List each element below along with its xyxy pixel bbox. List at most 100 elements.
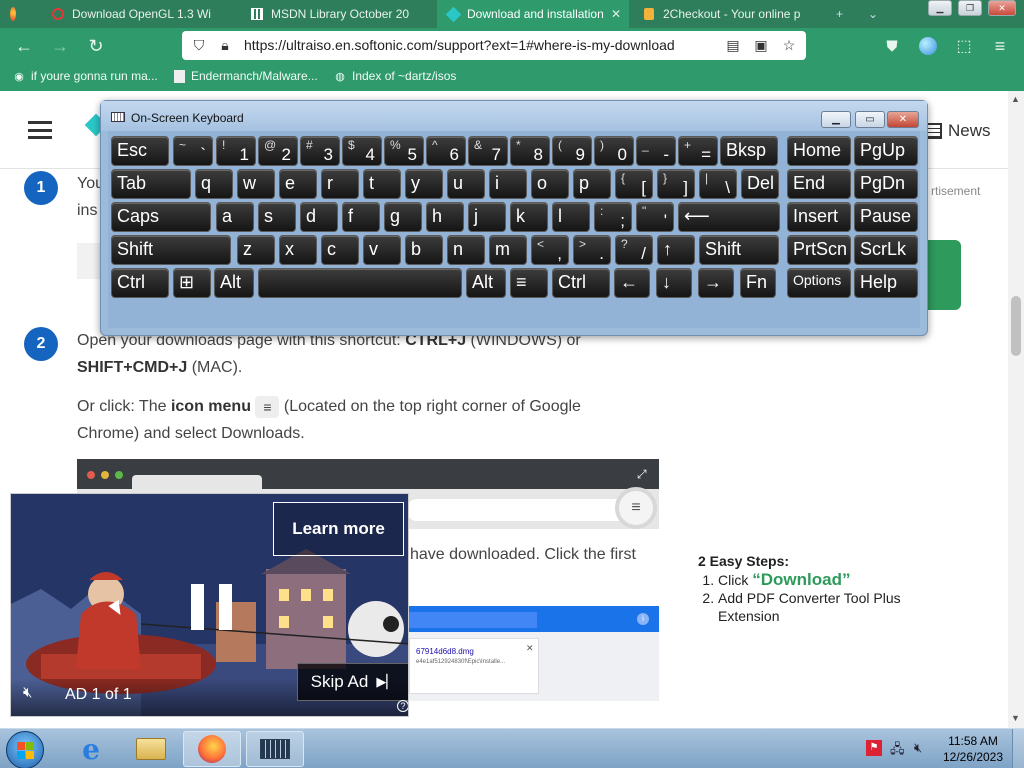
pause-icon[interactable] bbox=[191, 584, 233, 630]
osk-key[interactable]: Options bbox=[787, 268, 851, 298]
restore-window-button[interactable]: ❐ bbox=[958, 0, 982, 16]
osk-key[interactable]: Help bbox=[854, 268, 918, 298]
osk-key[interactable]: <, bbox=[531, 235, 569, 265]
osk-key[interactable]: ^ 6 bbox=[426, 136, 466, 166]
osk-key[interactable]: t bbox=[363, 169, 401, 199]
osk-key[interactable]: ScrLk bbox=[854, 235, 918, 265]
reader-view-icon[interactable]: ▤ bbox=[724, 36, 742, 54]
osk-key[interactable]: ← bbox=[614, 268, 650, 298]
osk-key[interactable]: r bbox=[321, 169, 359, 199]
osk-key[interactable]: v bbox=[363, 235, 401, 265]
osk-key[interactable]: h bbox=[426, 202, 464, 232]
osk-key[interactable]: Fn bbox=[740, 268, 776, 298]
osk-key[interactable]: ~ ` bbox=[173, 136, 213, 166]
osk-key[interactable]: ⊞ bbox=[173, 268, 211, 298]
osk-key[interactable]: z bbox=[237, 235, 275, 265]
tab-download-installation[interactable]: Download and installation ✕ bbox=[437, 0, 629, 28]
osk-key[interactable]: PrtScn bbox=[787, 235, 851, 265]
osk-key[interactable]: Alt bbox=[214, 268, 254, 298]
osk-key[interactable]: y bbox=[405, 169, 443, 199]
osk-key[interactable]: ↓ bbox=[656, 268, 692, 298]
action-center-icon[interactable]: ⚑ bbox=[866, 740, 882, 756]
osk-key[interactable]: ? / bbox=[615, 235, 653, 265]
network-icon[interactable]: 🖧︎ bbox=[890, 740, 908, 756]
osk-key[interactable]: $4 bbox=[342, 136, 382, 166]
osk-key[interactable]: x bbox=[279, 235, 317, 265]
osk-key[interactable]: ⟵ bbox=[678, 202, 780, 232]
osk-key[interactable]: e bbox=[279, 169, 317, 199]
screenshot-icon[interactable]: ▣ bbox=[752, 36, 770, 54]
osk-key[interactable]: * 8 bbox=[510, 136, 550, 166]
osk-key[interactable]: PgDn bbox=[854, 169, 918, 199]
osk-key[interactable]: " ' bbox=[636, 202, 674, 232]
mute-icon[interactable]: 🔇︎ bbox=[23, 684, 49, 706]
url-text[interactable]: https://ultraiso.en.softonic.com/support… bbox=[244, 37, 675, 53]
osk-key[interactable]: :; bbox=[594, 202, 632, 232]
tab-2checkout[interactable]: 2Checkout - Your online p bbox=[633, 0, 823, 28]
osk-key[interactable]: q bbox=[195, 169, 233, 199]
address-bar[interactable]: ⛉ 🔒︎ https://ultraiso.en.softonic.com/su… bbox=[182, 31, 806, 60]
download-link[interactable]: “Download” bbox=[752, 570, 850, 589]
osk-key[interactable]: ↑ bbox=[657, 235, 695, 265]
lock-icon[interactable]: 🔒︎ bbox=[216, 36, 234, 54]
osk-key[interactable]: a bbox=[216, 202, 254, 232]
osk-key[interactable]: Del bbox=[741, 169, 779, 199]
osk-key[interactable]: n bbox=[447, 235, 485, 265]
new-tab-icon[interactable]: + bbox=[836, 0, 856, 28]
skip-ad-button[interactable]: Skip Ad ▶▏ bbox=[297, 663, 408, 701]
osk-key[interactable]: d bbox=[300, 202, 338, 232]
osk-key[interactable]: (9 bbox=[552, 136, 592, 166]
osk-key[interactable]: i bbox=[489, 169, 527, 199]
osk-key[interactable]: PgUp bbox=[854, 136, 918, 166]
osk-key[interactable]: >. bbox=[573, 235, 611, 265]
osk-key[interactable]: j bbox=[468, 202, 506, 232]
osk-key[interactable]: ! 1 bbox=[216, 136, 256, 166]
osk-key[interactable]: Ctrl bbox=[552, 268, 610, 298]
osk-key[interactable]: l bbox=[552, 202, 590, 232]
volume-muted-icon[interactable]: 🔇︎ bbox=[914, 740, 932, 756]
osk-title-bar[interactable]: On-Screen Keyboard ▁ ▭ ✕ bbox=[101, 101, 927, 131]
menu-icon[interactable]: ≡ bbox=[988, 34, 1012, 58]
taskbar-firefox[interactable] bbox=[183, 731, 241, 767]
list-tabs-icon[interactable]: ⌄ bbox=[868, 0, 888, 28]
close-tab-icon[interactable]: ✕ bbox=[611, 7, 621, 21]
osk-key-space[interactable] bbox=[258, 268, 462, 298]
account-icon[interactable] bbox=[916, 34, 940, 58]
osk-key[interactable]: }] bbox=[657, 169, 695, 199]
osk-key[interactable]: {[ bbox=[615, 169, 653, 199]
osk-minimize-button[interactable]: ▁ bbox=[821, 111, 851, 128]
osk-key[interactable]: @2 bbox=[258, 136, 298, 166]
osk-key[interactable]: f bbox=[342, 202, 380, 232]
start-button[interactable] bbox=[6, 731, 44, 768]
osk-key[interactable]: Shift bbox=[111, 235, 231, 265]
hamburger-menu-icon[interactable] bbox=[28, 121, 52, 139]
osk-key[interactable]: End bbox=[787, 169, 851, 199]
osk-key[interactable]: m bbox=[489, 235, 527, 265]
close-window-button[interactable]: ✕ bbox=[988, 0, 1016, 16]
osk-key[interactable]: Shift bbox=[699, 235, 779, 265]
bookmark-item[interactable]: ◍ Index of ~dartz/isos bbox=[333, 69, 456, 83]
osk-key[interactable]: Alt bbox=[466, 268, 506, 298]
osk-key[interactable]: ) 0 bbox=[594, 136, 634, 166]
taskbar-file-explorer[interactable] bbox=[122, 731, 180, 767]
osk-key[interactable]: Ctrl bbox=[111, 268, 169, 298]
on-screen-keyboard-window[interactable]: On-Screen Keyboard ▁ ▭ ✕ Esc ~ `! 1 @2 #3 $4% 5… bbox=[100, 100, 928, 336]
scroll-down-icon[interactable]: ▼ bbox=[1011, 713, 1020, 723]
forward-icon[interactable]: → bbox=[48, 34, 72, 58]
news-link[interactable]: News bbox=[926, 121, 991, 141]
osk-key[interactable]: Home bbox=[787, 136, 851, 166]
osk-key[interactable]: _ - bbox=[636, 136, 676, 166]
taskbar-internet-explorer[interactable]: e bbox=[62, 731, 120, 767]
osk-key[interactable]: k bbox=[510, 202, 548, 232]
osk-key[interactable]: s bbox=[258, 202, 296, 232]
learn-more-button[interactable]: Learn more bbox=[273, 502, 404, 556]
bookmark-item[interactable]: Endermanch/Malware... bbox=[172, 69, 318, 83]
osk-key[interactable]: g bbox=[384, 202, 422, 232]
taskbar-on-screen-keyboard[interactable] bbox=[246, 731, 304, 767]
show-desktop-button[interactable] bbox=[1012, 729, 1024, 768]
osk-key[interactable]: u bbox=[447, 169, 485, 199]
page-scrollbar[interactable]: ▲ ▼ bbox=[1008, 91, 1024, 728]
bookmark-item[interactable]: ◉ if youre gonna run ma... bbox=[12, 69, 158, 83]
osk-key[interactable]: b bbox=[405, 235, 443, 265]
bookmark-star-icon[interactable]: ☆ bbox=[780, 36, 798, 54]
